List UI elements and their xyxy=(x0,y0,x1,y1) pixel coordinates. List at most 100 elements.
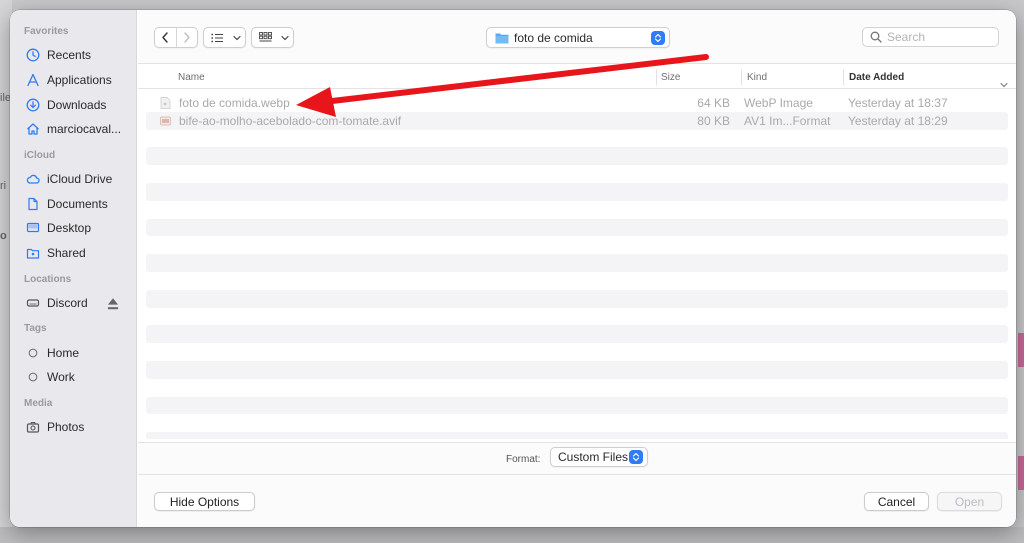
sidebar-item-icloud-drive[interactable]: iCloud Drive xyxy=(10,167,136,192)
popup-arrows-icon xyxy=(651,31,665,45)
background-bottom-strip xyxy=(0,527,1024,543)
empty-row xyxy=(146,254,1008,272)
empty-row xyxy=(146,201,1008,219)
empty-row xyxy=(146,272,1008,290)
column-header-size[interactable]: Size xyxy=(661,65,680,89)
sidebar-item-home-folder[interactable]: marciocaval... xyxy=(10,117,136,142)
file-kind: WebP Image xyxy=(744,96,813,110)
webp-file-icon xyxy=(160,97,171,109)
file-kind: AV1 Im...Format xyxy=(744,113,831,128)
file-size: 80 KB xyxy=(697,113,730,128)
sidebar-item-label: Photos xyxy=(47,419,85,434)
empty-row xyxy=(146,130,1008,148)
column-header-name[interactable]: Name xyxy=(178,65,205,89)
folder-icon xyxy=(495,33,509,43)
sidebar-item-tag-home[interactable]: Home xyxy=(10,340,136,365)
file-size: 64 KB xyxy=(697,96,730,110)
column-header-kind[interactable]: Kind xyxy=(747,65,767,89)
format-popup[interactable]: Custom Files xyxy=(550,447,648,467)
sidebar-item-label: Documents xyxy=(47,196,108,211)
back-button[interactable] xyxy=(155,28,176,47)
format-label: Format: xyxy=(506,454,541,465)
empty-row xyxy=(146,218,1008,237)
drive-icon xyxy=(26,296,40,310)
folder-path-popup[interactable]: foto de comida xyxy=(486,27,670,48)
sidebar-section-favorites: Favorites xyxy=(24,26,69,37)
column-separator xyxy=(741,69,742,85)
desktop-icon xyxy=(26,221,40,235)
empty-row xyxy=(146,343,1008,361)
empty-row xyxy=(146,325,1008,344)
sidebar: Favorites Recents Applications Downloads… xyxy=(10,10,137,527)
sidebar-item-recents[interactable]: Recents xyxy=(10,43,136,68)
column-header-date-added[interactable]: Date Added xyxy=(849,65,904,89)
sidebar-item-applications[interactable]: Applications xyxy=(10,68,136,93)
sidebar-item-documents[interactable]: Documents xyxy=(10,191,136,216)
file-date-added: Yesterday at 18:37 xyxy=(848,96,948,110)
tag-circle-icon xyxy=(26,346,40,360)
file-row[interactable]: bife-ao-molho-acebolado-com-tomate.avif … xyxy=(146,111,1008,130)
file-name: foto de comida.webp xyxy=(179,96,290,110)
file-date-added: Yesterday at 18:29 xyxy=(848,113,948,128)
background-pink-block xyxy=(1018,333,1024,367)
forward-button[interactable] xyxy=(175,28,197,47)
sidebar-section-tags: Tags xyxy=(24,323,47,335)
camera-icon xyxy=(26,420,40,434)
clock-icon xyxy=(26,48,40,62)
document-icon xyxy=(26,197,40,211)
eject-icon[interactable] xyxy=(106,297,120,311)
hide-options-button[interactable]: Hide Options xyxy=(154,492,255,511)
sidebar-item-label: Shared xyxy=(47,246,86,261)
shared-folder-icon xyxy=(26,246,40,260)
gallery-view-button[interactable] xyxy=(251,27,294,48)
search-input[interactable] xyxy=(887,30,987,44)
sidebar-item-label: Downloads xyxy=(47,97,107,112)
sidebar-item-label: iCloud Drive xyxy=(47,172,113,187)
empty-row xyxy=(146,147,1008,166)
cancel-button[interactable]: Cancel xyxy=(864,492,929,511)
sidebar-section-media: Media xyxy=(24,397,53,409)
chevron-left-icon xyxy=(162,32,169,43)
sidebar-section-locations: Locations xyxy=(24,273,72,285)
sidebar-item-desktop[interactable]: Desktop xyxy=(10,216,136,241)
cloud-icon xyxy=(26,172,40,186)
empty-row xyxy=(146,360,1008,379)
sidebar-item-discord[interactable]: Discord xyxy=(10,291,136,316)
search-icon xyxy=(870,31,882,43)
empty-row xyxy=(146,308,1008,326)
sidebar-item-label: Desktop xyxy=(47,221,92,236)
download-icon xyxy=(26,98,40,112)
search-field[interactable] xyxy=(862,27,999,47)
tag-circle-icon xyxy=(26,370,40,384)
sidebar-item-label: marciocaval... xyxy=(47,122,122,137)
avif-file-icon xyxy=(160,116,171,126)
background-text-fragment: o xyxy=(0,230,7,242)
empty-row xyxy=(146,165,1008,183)
sidebar-item-downloads[interactable]: Downloads xyxy=(10,92,136,117)
empty-row xyxy=(146,396,1008,415)
toolbar: foto de comida xyxy=(138,10,1016,64)
background-pink-block xyxy=(1018,456,1024,490)
background-text-fragment: ri xyxy=(0,180,7,192)
empty-row xyxy=(146,182,1008,201)
sidebar-item-tag-work[interactable]: Work xyxy=(10,365,136,390)
file-name: bife-ao-molho-acebolado-com-tomate.avif xyxy=(179,113,402,128)
sidebar-item-shared[interactable]: Shared xyxy=(10,241,136,266)
chevron-down-icon xyxy=(281,35,289,40)
applications-icon xyxy=(26,73,40,87)
file-row[interactable]: foto de comida.webp 64 KB WebP Image Yes… xyxy=(146,94,1008,112)
column-separator xyxy=(843,69,844,85)
open-button[interactable]: Open xyxy=(937,492,1002,511)
empty-row xyxy=(146,432,1008,439)
grid-view-icon xyxy=(258,32,272,42)
list-view-icon xyxy=(210,33,223,42)
column-header-bar: Name Size Kind Date Added xyxy=(138,65,1016,89)
list-view-button[interactable] xyxy=(203,27,246,48)
empty-row xyxy=(146,289,1008,308)
chevron-down-icon xyxy=(233,35,241,40)
folder-path-label: foto de comida xyxy=(514,30,593,45)
column-separator xyxy=(656,69,657,85)
sidebar-section-icloud: iCloud xyxy=(24,149,56,161)
sidebar-item-photos[interactable]: Photos xyxy=(10,415,136,440)
sidebar-item-label: Work xyxy=(47,370,75,385)
